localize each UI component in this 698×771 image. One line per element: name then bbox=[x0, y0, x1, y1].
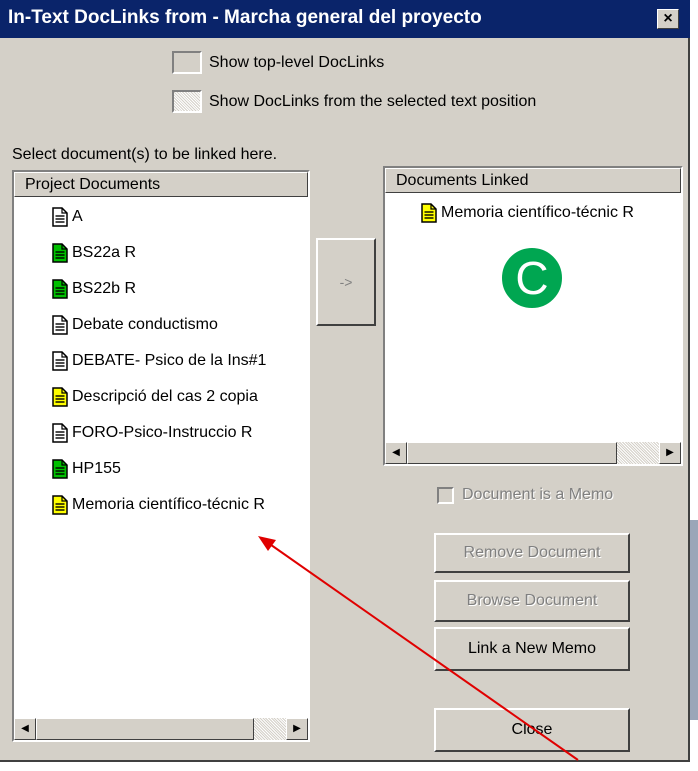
annotation-arrow bbox=[258, 536, 579, 761]
